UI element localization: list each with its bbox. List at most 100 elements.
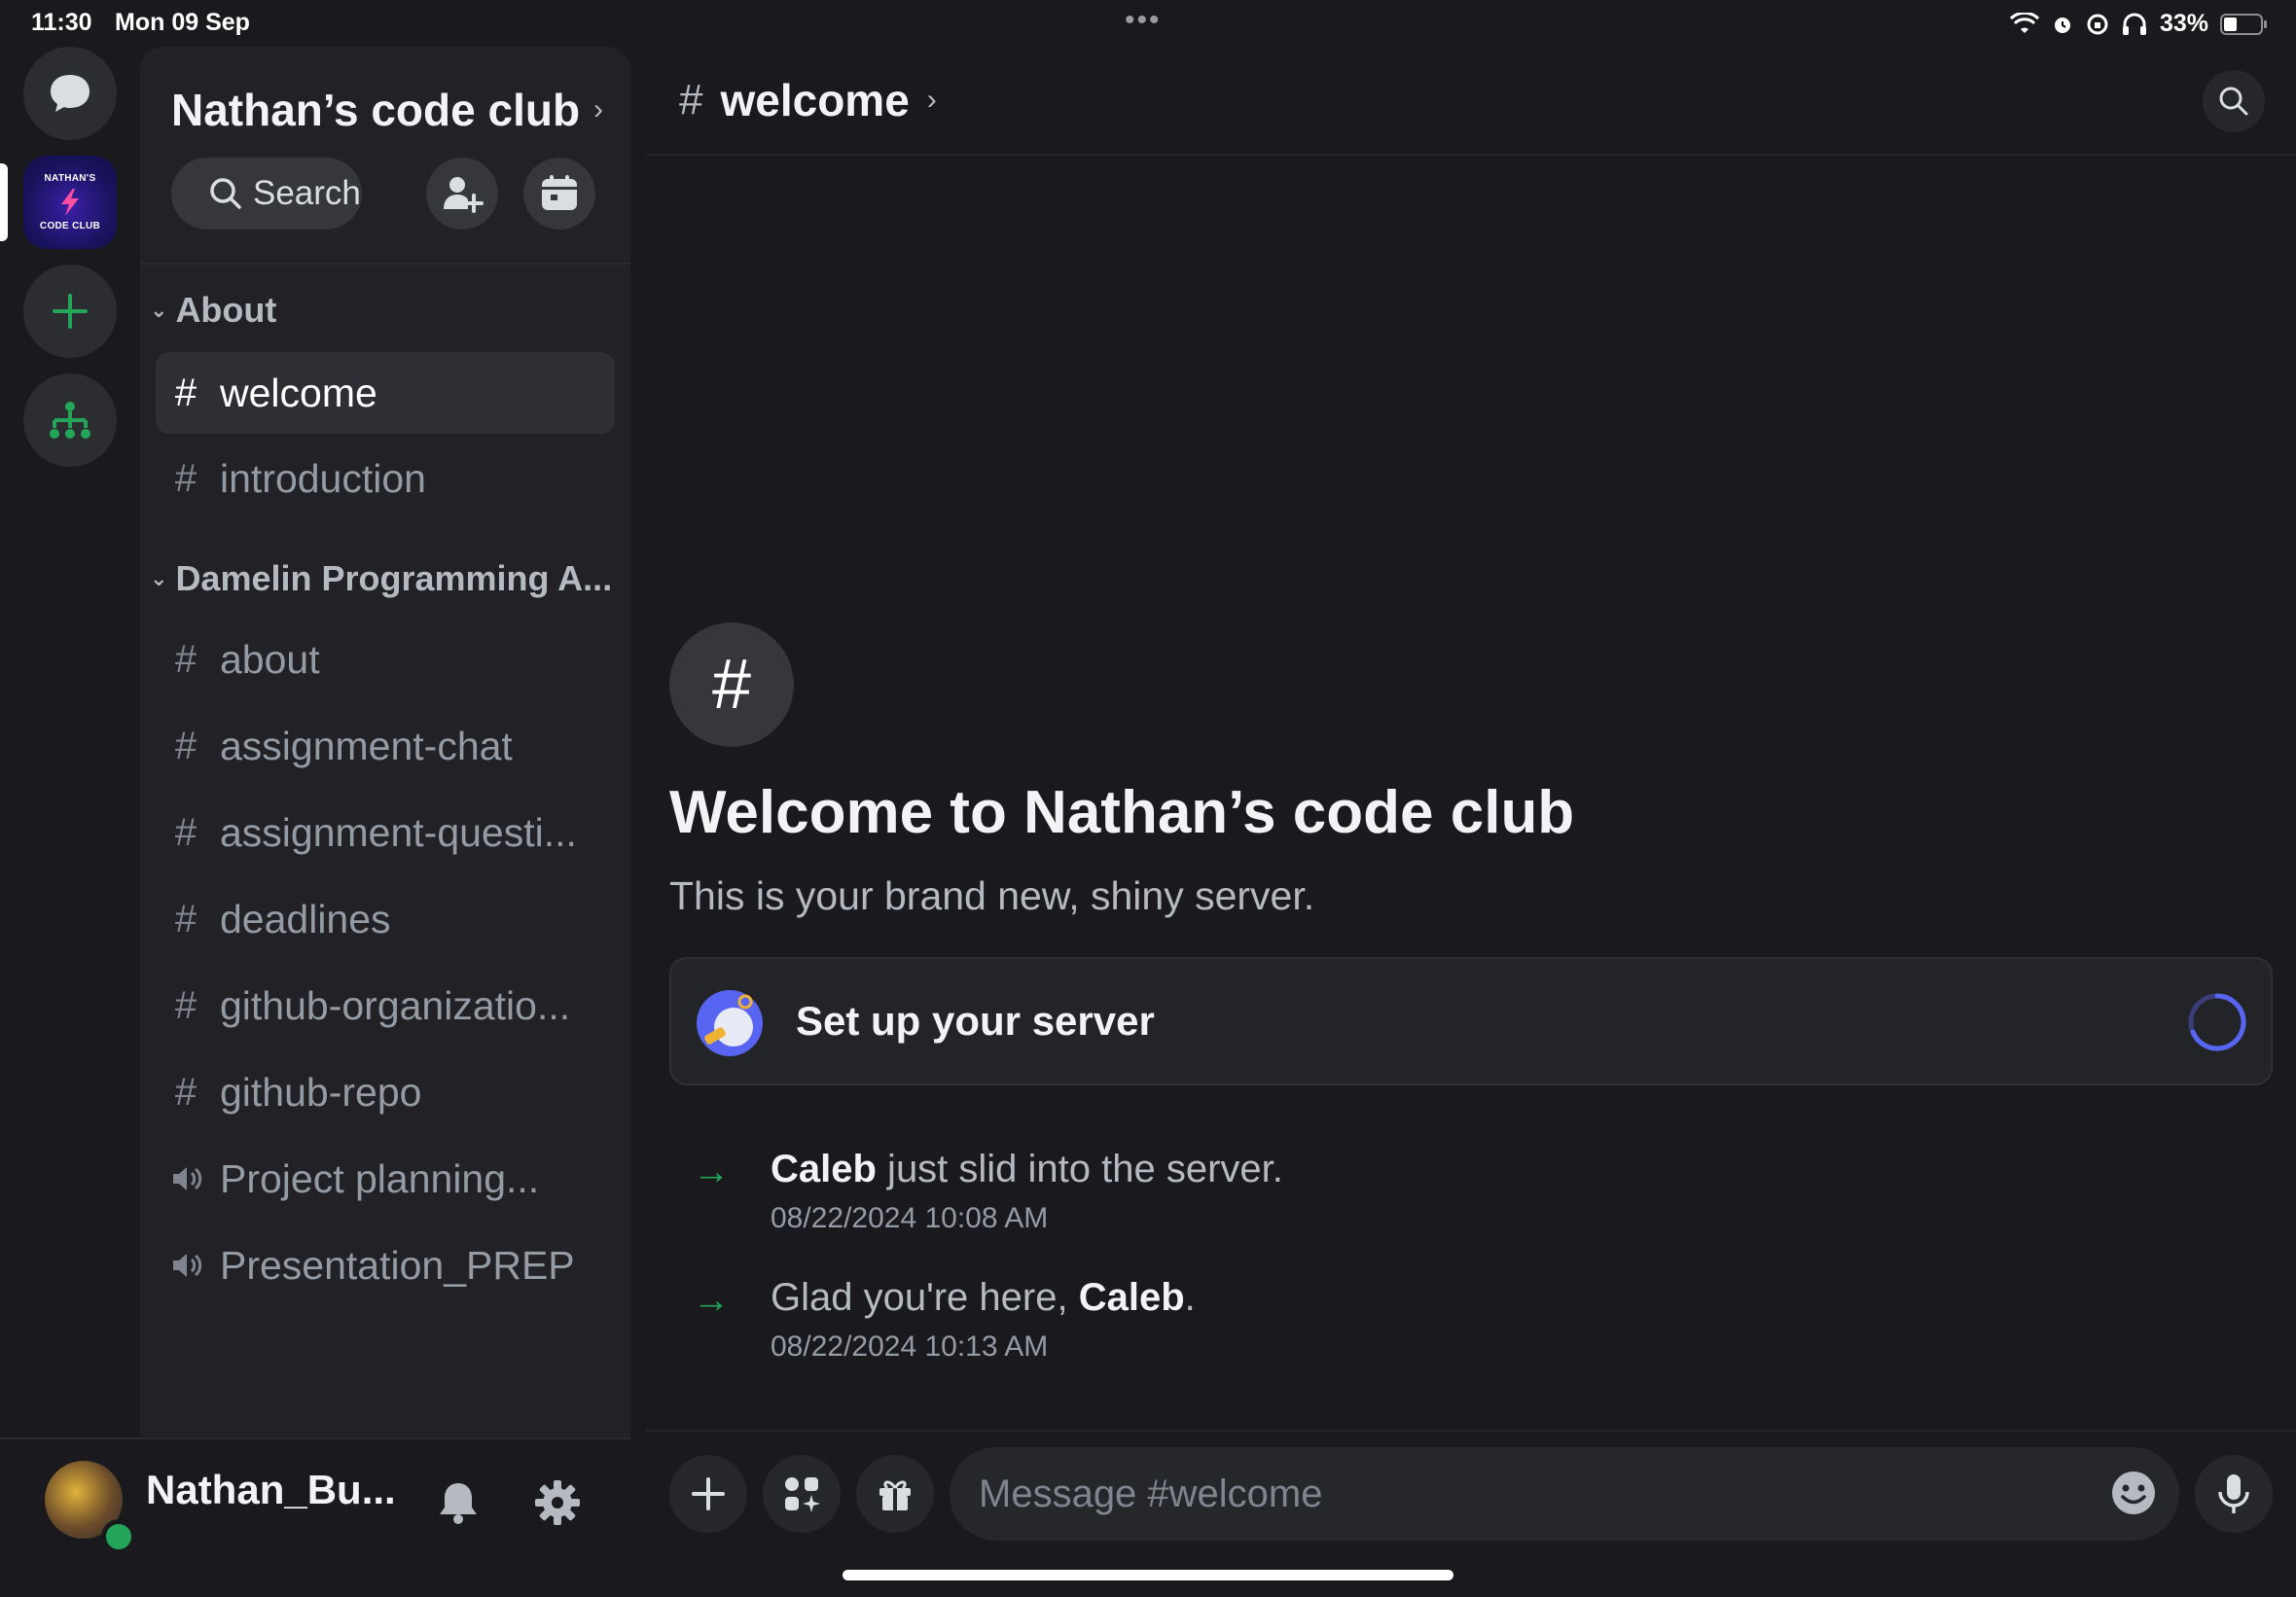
notifications-button[interactable] xyxy=(434,1478,483,1527)
system-message: → Glad you're here, Caleb. 08/22/2024 10… xyxy=(693,1276,2152,1383)
user-panel: Nathan_Bu... xyxy=(0,1437,630,1597)
chevron-down-icon: ⌄ xyxy=(150,298,168,322)
message-username[interactable]: Caleb xyxy=(771,1148,877,1190)
server-name-header[interactable]: Nathan’s code club › xyxy=(171,84,603,136)
calendar-icon xyxy=(542,175,577,210)
search-icon xyxy=(210,178,241,209)
category-about[interactable]: ⌄ About xyxy=(150,290,276,331)
setup-server-card[interactable]: Set up your server xyxy=(669,957,2273,1085)
chevron-right-icon: › xyxy=(593,93,604,125)
multitask-dots[interactable]: ••• xyxy=(1125,4,1162,37)
channel-title-label: welcome xyxy=(720,75,910,125)
system-message: → Caleb just slid into the server. 08/22… xyxy=(693,1148,2152,1255)
message-username[interactable]: Caleb xyxy=(1079,1276,1185,1319)
voice-channel-presentation-prep[interactable]: Presentation_PREP xyxy=(156,1224,615,1306)
microphone-icon xyxy=(2218,1474,2249,1513)
attach-button[interactable] xyxy=(669,1455,747,1533)
events-button[interactable] xyxy=(523,158,595,230)
server-rail xyxy=(0,47,140,1437)
category-damelin-programming[interactable]: ⌄ Damelin Programming A... xyxy=(150,558,612,599)
chat-bubble-icon xyxy=(51,75,90,112)
gear-icon xyxy=(535,1480,580,1525)
channel-header: # welcome › xyxy=(646,47,2296,156)
discover-servers-button[interactable] xyxy=(23,373,117,467)
server-logo-line1: NATHAN'S xyxy=(44,173,96,184)
hub-tree-icon xyxy=(50,402,90,439)
channel-label: deadlines xyxy=(220,896,391,941)
chevron-down-icon: ⌄ xyxy=(150,566,168,590)
speaker-icon xyxy=(173,1167,202,1190)
gift-icon xyxy=(879,1480,911,1510)
message-text: Glad you're here, Caleb. xyxy=(771,1276,1196,1319)
channel-label: Project planning... xyxy=(220,1155,540,1201)
channel-github-organization[interactable]: # github-organizatio... xyxy=(156,965,615,1047)
settings-button[interactable] xyxy=(533,1478,582,1527)
direct-messages-button[interactable] xyxy=(23,47,117,140)
channel-panel: Nathan’s code club › Search ⌄ About # we… xyxy=(140,47,630,1595)
wifi-icon xyxy=(2009,12,2039,33)
channel-assignment-chat[interactable]: # assignment-chat xyxy=(156,705,615,787)
progress-spinner-icon xyxy=(2188,993,2246,1051)
hash-icon: # xyxy=(679,76,703,124)
alarm-icon xyxy=(2054,17,2070,33)
channel-title[interactable]: # welcome › xyxy=(679,74,937,126)
message-input[interactable] xyxy=(977,1469,2051,1519)
search-icon xyxy=(2219,87,2248,116)
lightning-logo-icon xyxy=(61,189,79,216)
channel-github-repo[interactable]: # github-repo xyxy=(156,1051,615,1133)
apps-sparkle-icon xyxy=(785,1477,820,1512)
invite-members-button[interactable] xyxy=(426,158,498,230)
message-timestamp: 08/22/2024 10:08 AM xyxy=(771,1202,1049,1234)
channel-label: about xyxy=(220,636,320,682)
channel-about[interactable]: # about xyxy=(156,619,615,700)
status-bar: 11:30 Mon 09 Sep ••• 33% xyxy=(0,0,2296,47)
divider xyxy=(646,1430,2296,1432)
welcome-subtitle: This is your brand new, shiny server. xyxy=(669,873,1315,918)
hash-icon: # xyxy=(174,637,197,681)
search-label: Search xyxy=(253,174,361,212)
server-name: Nathan’s code club xyxy=(171,85,581,135)
bell-icon xyxy=(440,1483,477,1524)
hash-icon: # xyxy=(174,810,197,854)
channel-label: introduction xyxy=(220,455,426,501)
welcome-title: Welcome to Nathan’s code club xyxy=(669,779,1575,846)
search-button[interactable]: Search xyxy=(171,158,362,230)
hash-icon: # xyxy=(174,456,197,500)
hash-icon: # xyxy=(711,646,752,724)
home-indicator[interactable] xyxy=(843,1570,1453,1580)
speaker-icon xyxy=(173,1254,202,1277)
plus-icon xyxy=(53,294,88,329)
add-server-button[interactable] xyxy=(23,265,117,358)
category-label: Damelin Programming A... xyxy=(175,558,613,598)
server-icon-nathans-code-club[interactable]: NATHAN'S CODE CLUB xyxy=(23,156,117,249)
message-timestamp: 08/22/2024 10:13 AM xyxy=(771,1331,1049,1363)
channel-hash-avatar: # xyxy=(669,622,794,747)
hash-icon: # xyxy=(174,1070,197,1114)
gift-button[interactable] xyxy=(856,1455,934,1533)
channel-introduction[interactable]: # introduction xyxy=(156,438,615,519)
hash-icon: # xyxy=(174,724,197,767)
setup-server-label: Set up your server xyxy=(796,998,1155,1044)
channel-label: github-organizatio... xyxy=(220,982,571,1028)
channel-deadlines[interactable]: # deadlines xyxy=(156,878,615,960)
apps-button[interactable] xyxy=(763,1455,841,1533)
status-time: 11:30 xyxy=(31,9,92,36)
join-arrow-icon: → xyxy=(693,1280,730,1321)
category-label: About xyxy=(175,290,277,330)
chat-area: # welcome › # Welcome to Nathan’s code c… xyxy=(646,47,2296,1595)
voice-message-button[interactable] xyxy=(2195,1455,2273,1533)
hash-icon: # xyxy=(174,983,197,1027)
orientation-lock-icon xyxy=(2087,14,2108,34)
emoji-icon[interactable] xyxy=(2109,1469,2158,1517)
voice-channel-project-planning[interactable]: Project planning... xyxy=(156,1138,615,1220)
header-search-button[interactable] xyxy=(2203,70,2265,132)
status-icons: 33% xyxy=(2009,10,2269,38)
channel-welcome[interactable]: # welcome xyxy=(156,352,615,434)
plus-icon xyxy=(692,1477,725,1510)
channel-assignment-questions[interactable]: # assignment-questi... xyxy=(156,792,615,873)
selected-server-indicator xyxy=(0,163,8,241)
username[interactable]: Nathan_Bu... xyxy=(146,1467,396,1513)
channel-label: welcome xyxy=(220,370,377,415)
status-date: Mon 09 Sep xyxy=(115,9,250,36)
message-text: Caleb just slid into the server. xyxy=(771,1148,1283,1190)
